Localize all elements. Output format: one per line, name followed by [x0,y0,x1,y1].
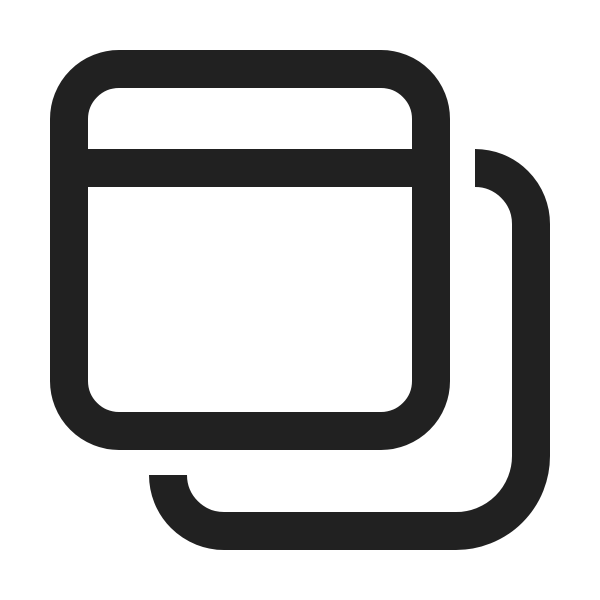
front-window-frame [50,50,450,450]
back-window-frame [149,149,550,550]
icon-canvas [0,0,600,600]
windows-stacked-icon [0,0,600,600]
windows-stacked-icon-svg [50,50,550,550]
